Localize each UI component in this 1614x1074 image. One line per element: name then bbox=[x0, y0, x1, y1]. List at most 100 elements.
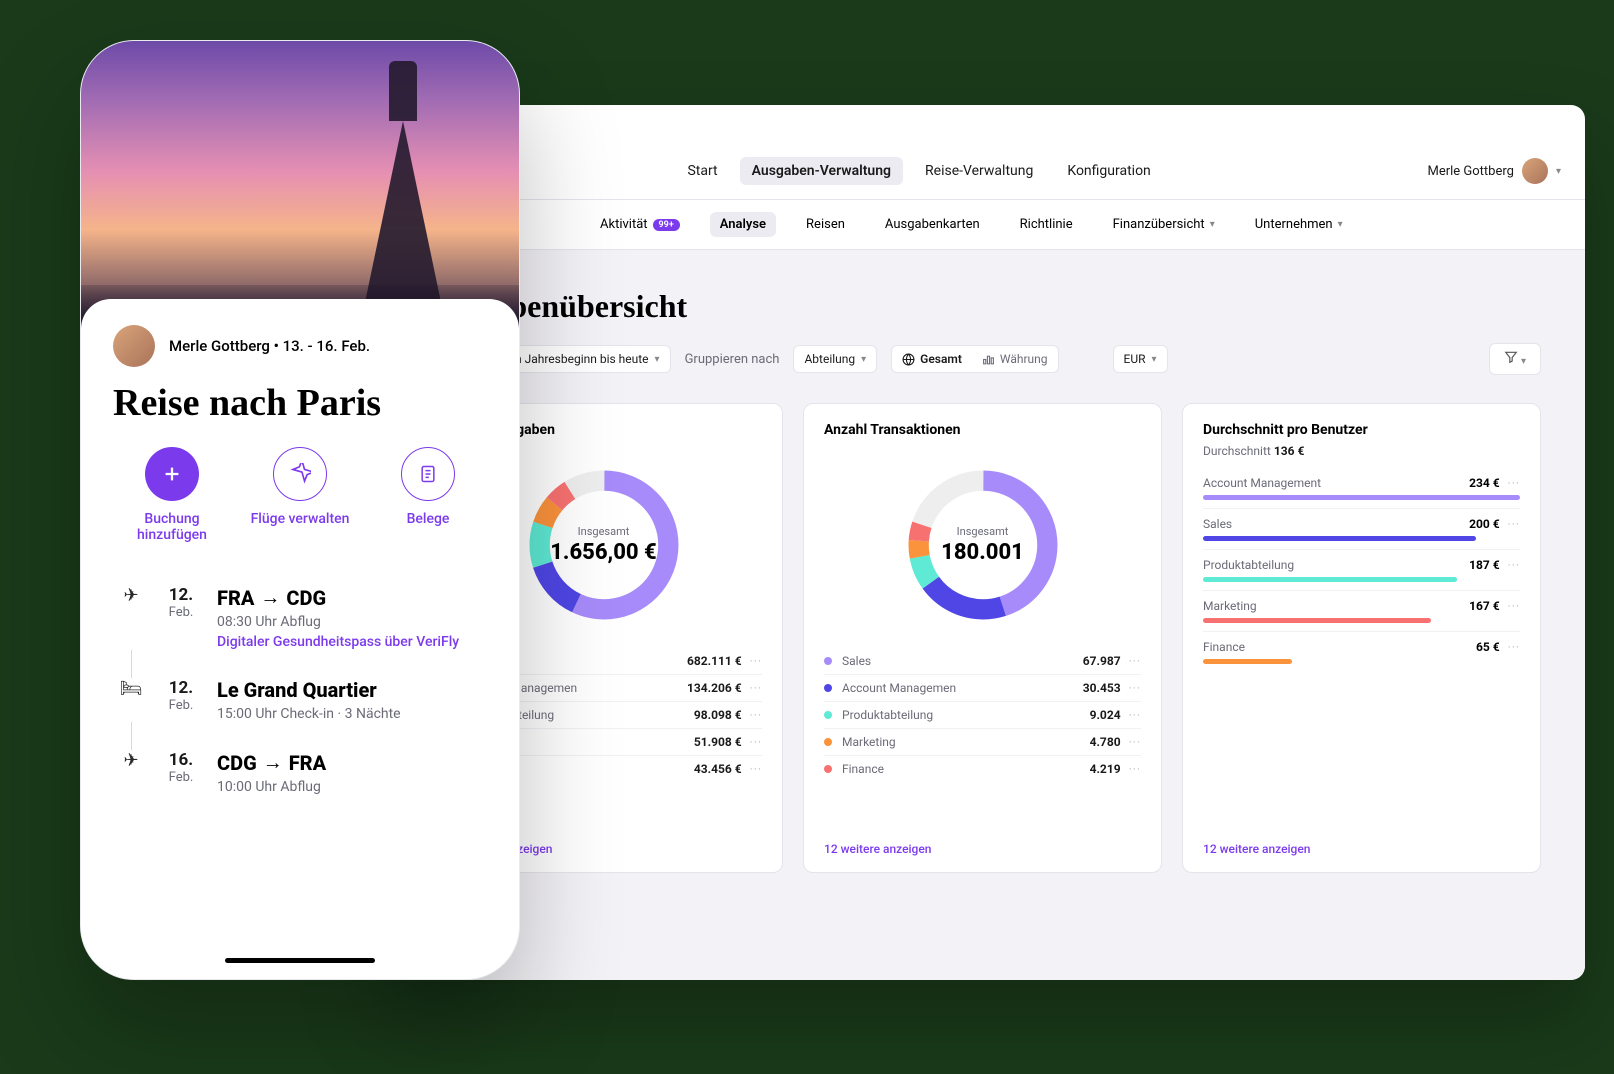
bar-row: Account Management 234 € ··· bbox=[1203, 468, 1520, 508]
seg-currency[interactable]: Währung bbox=[972, 346, 1058, 372]
tab2-reisen[interactable]: Reisen bbox=[796, 212, 855, 237]
window-controls bbox=[380, 105, 1585, 149]
tab2-richtlinie[interactable]: Richtlinie bbox=[1010, 212, 1083, 237]
more-icon[interactable]: ··· bbox=[750, 708, 762, 722]
more-icon[interactable]: ··· bbox=[1508, 640, 1520, 654]
group-select[interactable]: Abteilung ▾ bbox=[793, 345, 877, 373]
bar-track bbox=[1203, 536, 1476, 541]
more-icon[interactable]: ··· bbox=[750, 681, 762, 695]
bar-value: 234 € bbox=[1469, 476, 1500, 490]
cards-row: Gesamtausgaben Insgesamt 1.656,00 € bbox=[424, 403, 1541, 873]
legend-dot-icon bbox=[824, 657, 832, 665]
legend-value: 67.987 bbox=[1083, 654, 1121, 668]
tab2-analyse[interactable]: Analyse bbox=[710, 212, 776, 237]
donut-tx: Insgesamt 180.001 bbox=[898, 460, 1068, 630]
badge-count: 99+ bbox=[653, 219, 680, 231]
trip-user-row: Merle Gottberg • 13. - 16. Feb. bbox=[113, 325, 487, 367]
funnel-icon bbox=[1504, 350, 1518, 364]
globe-icon bbox=[902, 353, 915, 366]
legend-name: Finance bbox=[842, 762, 1090, 776]
bed-icon: 🛏 bbox=[117, 678, 145, 722]
more-icon[interactable]: ··· bbox=[750, 735, 762, 749]
tab2-ausgabenkarten[interactable]: Ausgabenkarten bbox=[875, 212, 990, 237]
primary-tabs: Start Ausgaben-Verwaltung Reise-Verwaltu… bbox=[675, 157, 1162, 185]
bar-name: Finance bbox=[1203, 640, 1476, 654]
trip-title: Reise nach Paris bbox=[113, 381, 487, 425]
show-more-link[interactable]: 12 weitere anzeigen bbox=[1203, 832, 1520, 856]
legend-name: Sales bbox=[842, 654, 1083, 668]
bar-row: Produktabteilung 187 € ··· bbox=[1203, 549, 1520, 590]
bar-row: Marketing 167 € ··· bbox=[1203, 590, 1520, 631]
legend-row: Finance 4.219 ··· bbox=[824, 755, 1141, 782]
more-icon[interactable]: ··· bbox=[1508, 517, 1520, 531]
more-icon[interactable]: ··· bbox=[750, 762, 762, 776]
tab2-unternehmen[interactable]: Unternehmen▾ bbox=[1245, 212, 1353, 237]
chevron-down-icon: ▾ bbox=[1210, 219, 1215, 230]
legend-value: 134.206 € bbox=[687, 681, 742, 695]
add-booking-button[interactable]: Buchung hinzufügen bbox=[117, 447, 227, 543]
tab-start[interactable]: Start bbox=[675, 157, 729, 185]
currency-select[interactable]: EUR ▾ bbox=[1113, 345, 1168, 373]
tab2-aktivitaet[interactable]: Aktivität 99+ bbox=[590, 212, 690, 237]
legend-name: Marketing bbox=[842, 735, 1090, 749]
user-menu[interactable]: Merle Gottberg ▾ bbox=[1427, 158, 1561, 184]
trip-sheet: Merle Gottberg • 13. - 16. Feb. Reise na… bbox=[81, 299, 519, 979]
itinerary-item[interactable]: 🛏 12.Feb. Le Grand Quartier 15:00 Uhr Ch… bbox=[117, 664, 487, 736]
legend-dot-icon bbox=[824, 711, 832, 719]
chevron-down-icon: ▾ bbox=[861, 354, 866, 365]
plus-icon bbox=[161, 463, 183, 485]
bar-value: 167 € bbox=[1469, 599, 1500, 613]
filter-button[interactable]: ▾ bbox=[1489, 343, 1541, 375]
page-title: Ausgabenübersicht bbox=[424, 288, 1541, 325]
itinerary-item[interactable]: ✈ 12.Feb. FRA→CDG 08:30 Uhr Abflug Digit… bbox=[117, 571, 487, 664]
legend-value: 4.780 bbox=[1090, 735, 1121, 749]
more-icon[interactable]: ··· bbox=[1508, 558, 1520, 572]
receipts-button[interactable]: Belege bbox=[373, 447, 483, 543]
bars-container: Account Management 234 € ··· Sales 200 €… bbox=[1203, 468, 1520, 672]
more-icon[interactable]: ··· bbox=[1129, 654, 1141, 668]
chevron-down-icon: ▾ bbox=[1152, 354, 1157, 365]
donut-label: Insgesamt bbox=[957, 525, 1009, 538]
phone-mockup: Merle Gottberg • 13. - 16. Feb. Reise na… bbox=[80, 40, 520, 980]
content-area: Ausgabenübersicht Zeitraum Von Jahresbeg… bbox=[380, 250, 1585, 980]
trip-actions: Buchung hinzufügen Flüge verwalten Beleg… bbox=[117, 447, 483, 543]
legend-tx: Sales 67.987 ··· Account Managemen 30.45… bbox=[824, 648, 1141, 782]
chevron-down-icon: ▾ bbox=[1521, 356, 1526, 367]
itinerary-item[interactable]: ✈ 16.Feb. CDG→FRA 10:00 Uhr Abflug bbox=[117, 736, 487, 809]
verifly-link[interactable]: Digitaler Gesundheitspass über VeriFly bbox=[217, 634, 487, 650]
legend-dot-icon bbox=[824, 684, 832, 692]
group-label: Gruppieren nach bbox=[685, 352, 780, 367]
legend-dot-icon bbox=[824, 765, 832, 773]
avatar bbox=[1522, 158, 1548, 184]
bar-value: 200 € bbox=[1469, 517, 1500, 531]
seg-total[interactable]: Gesamt bbox=[892, 346, 972, 372]
more-icon[interactable]: ··· bbox=[1129, 762, 1141, 776]
more-icon[interactable]: ··· bbox=[1508, 476, 1520, 490]
tab-reise[interactable]: Reise-Verwaltung bbox=[913, 157, 1045, 185]
filter-bar: Zeitraum Von Jahresbeginn bis heute ▾ Gr… bbox=[424, 343, 1541, 375]
bar-row: Finance 65 € ··· bbox=[1203, 631, 1520, 672]
avg-line: Durchschnitt 136 € bbox=[1203, 444, 1520, 458]
bar-row: Sales 200 € ··· bbox=[1203, 508, 1520, 549]
show-more-link[interactable]: 12 weitere anzeigen bbox=[824, 832, 1141, 856]
more-icon[interactable]: ··· bbox=[750, 654, 762, 668]
tab-konfiguration[interactable]: Konfiguration bbox=[1055, 157, 1162, 185]
more-icon[interactable]: ··· bbox=[1129, 708, 1141, 722]
tab2-finanzuebersicht[interactable]: Finanzübersicht▾ bbox=[1103, 212, 1225, 237]
more-icon[interactable]: ··· bbox=[1508, 599, 1520, 613]
legend-value: 98.098 € bbox=[694, 708, 742, 722]
legend-value: 9.024 bbox=[1090, 708, 1121, 722]
plane-icon: ✈ bbox=[117, 750, 145, 795]
legend-dot-icon bbox=[824, 738, 832, 746]
manage-flights-button[interactable]: Flüge verwalten bbox=[245, 447, 355, 543]
legend-row: Produktabteilung 9.024 ··· bbox=[824, 701, 1141, 728]
tab-ausgaben[interactable]: Ausgaben-Verwaltung bbox=[740, 157, 903, 185]
card-title: Anzahl Transaktionen bbox=[824, 422, 1141, 438]
legend-value: 30.453 bbox=[1083, 681, 1121, 695]
more-icon[interactable]: ··· bbox=[1129, 735, 1141, 749]
chevron-down-icon: ▾ bbox=[1338, 219, 1343, 230]
hero-image bbox=[81, 41, 519, 331]
more-icon[interactable]: ··· bbox=[1129, 681, 1141, 695]
bar-track bbox=[1203, 659, 1292, 664]
bar-track bbox=[1203, 618, 1431, 623]
